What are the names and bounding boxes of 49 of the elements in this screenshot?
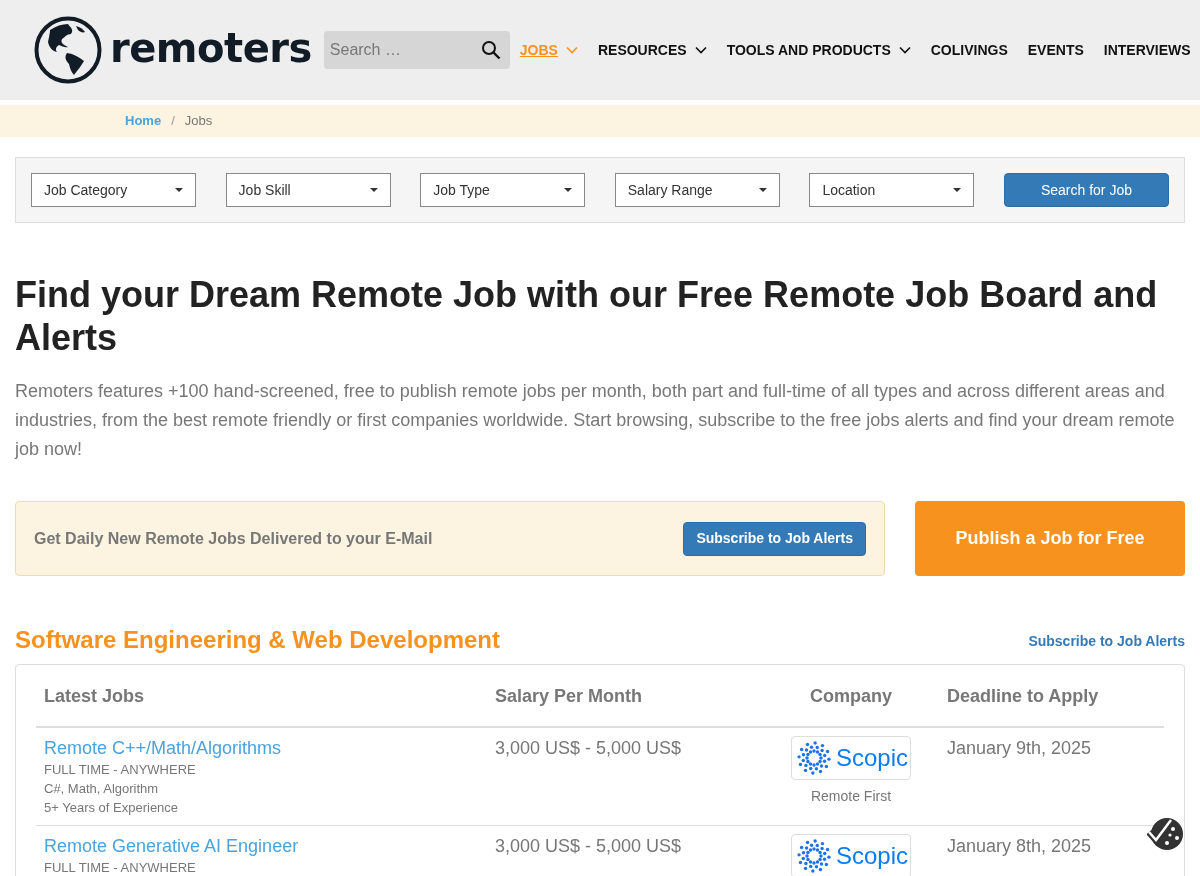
company-name: Scopic bbox=[836, 746, 909, 770]
dropdown-arrow-icon bbox=[953, 188, 962, 192]
chevron-down-icon bbox=[694, 46, 707, 54]
job-detail: FULL TIME - ANYWHERE bbox=[44, 761, 196, 779]
salary-cell-text: 3,000 US$ - 5,000 US$ bbox=[494, 737, 683, 760]
dropdown-arrow-icon bbox=[369, 188, 378, 192]
job-detail: C#, Math, Algorithm bbox=[44, 780, 159, 798]
filter-select[interactable]: Job Category bbox=[31, 173, 196, 207]
salary-cell-text: 3,000 US$ - 5,000 US$ bbox=[494, 835, 683, 858]
page-title: Find your Dream Remote Job with our Free Remote Job Board and Alerts bbox=[15, 273, 1159, 359]
alerts-text: Get Daily New Remote Jobs Delivered to your E-Mail bbox=[34, 528, 433, 549]
column-header: Company bbox=[810, 685, 892, 708]
company-name: Scopic bbox=[836, 844, 909, 868]
breadcrumb-current: Jobs bbox=[184, 112, 213, 131]
column-header: Deadline to Apply bbox=[946, 685, 1100, 708]
chevron-down-icon bbox=[565, 46, 578, 54]
breadcrumb-separator: / bbox=[171, 112, 175, 131]
dropdown-arrow-icon bbox=[564, 188, 573, 192]
job-detail: FULL TIME - ANYWHERE bbox=[44, 859, 196, 876]
deadline-cell-text: January 9th, 2025 bbox=[946, 737, 1093, 760]
company-note: Remote First bbox=[810, 787, 892, 806]
column-header: Salary Per Month bbox=[494, 685, 644, 708]
section-title: Software Engineering & Web Development bbox=[15, 626, 500, 654]
globe-logo-icon bbox=[34, 16, 102, 84]
search-icon[interactable] bbox=[480, 40, 501, 60]
chevron-down-icon bbox=[898, 46, 911, 54]
filter-select[interactable]: Location bbox=[809, 173, 975, 207]
nav-link[interactable]: EVENTS bbox=[1027, 39, 1084, 61]
filter-select[interactable]: Job Skill bbox=[225, 173, 391, 207]
search-button[interactable]: Search for Job bbox=[1003, 173, 1169, 207]
filter-select[interactable]: Salary Range bbox=[614, 173, 780, 207]
dropdown-arrow-icon bbox=[175, 188, 183, 192]
logo-text: remoters bbox=[110, 28, 312, 68]
nav-link[interactable]: RESOURCES bbox=[597, 39, 707, 61]
deadline-cell-text: January 8th, 2025 bbox=[946, 835, 1093, 858]
job-detail: 5+ Years of Experience bbox=[44, 799, 179, 817]
nav-link[interactable]: TOOLS AND PRODUCTS bbox=[726, 39, 911, 61]
nav-link[interactable]: INTERVIEWS bbox=[1103, 39, 1191, 61]
intro-paragraph: Remoters features +100 hand-screened, free to publish remote jobs per month, both part and full-time of all types and across different areas and industries, from the best remote friendly or first companies worldwide. Start browsing, subscribe to the free jobs alerts and find your dream remote job now! bbox=[15, 380, 1176, 461]
subscribe-button[interactable]: Subscribe to Job Alerts bbox=[683, 521, 866, 556]
logo[interactable]: remoters bbox=[34, 16, 312, 84]
filter-select[interactable]: Job Type bbox=[420, 173, 586, 207]
nav-link[interactable]: COLIVINGS bbox=[930, 39, 1008, 61]
search-field[interactable]: Search … bbox=[323, 31, 510, 69]
company-logo[interactable]: Scopic bbox=[791, 834, 911, 876]
company-logo[interactable]: Scopic bbox=[791, 736, 911, 780]
subscribe-link[interactable]: Subscribe to Job Alerts bbox=[1028, 631, 1185, 652]
column-header: Latest Jobs bbox=[43, 685, 146, 708]
dropdown-arrow-icon bbox=[758, 188, 767, 192]
